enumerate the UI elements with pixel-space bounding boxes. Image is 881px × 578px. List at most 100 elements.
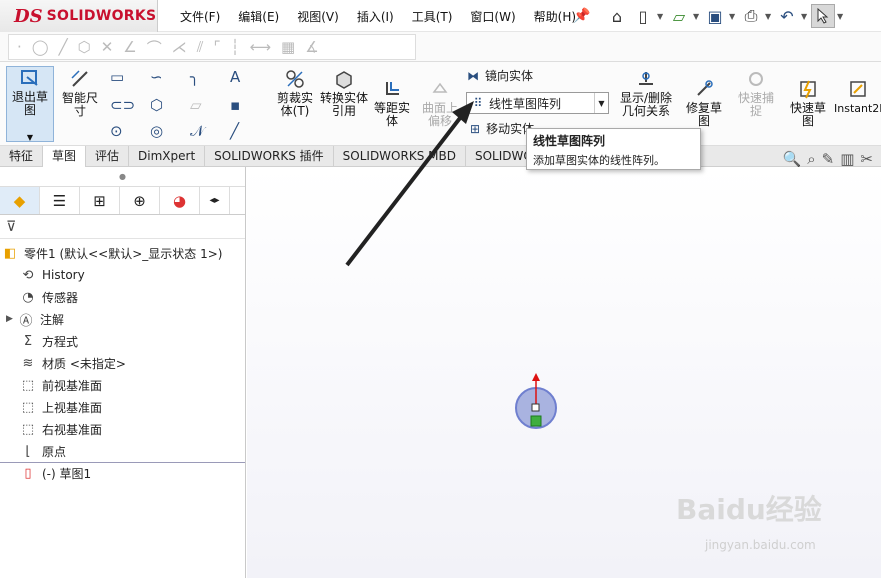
trim-entities-button[interactable]: 剪裁实体(T) [272, 68, 318, 118]
tree-item-history[interactable]: ⟲ History [0, 264, 245, 286]
menu-window[interactable]: 窗口(W) [462, 6, 523, 27]
tab-sketch[interactable]: 草图 [43, 146, 87, 167]
grid-icon[interactable]: ▦ [281, 38, 295, 56]
circle-icon[interactable]: ◯ [32, 38, 49, 56]
tree-item-sketch1[interactable]: ▯ (-) 草图1 [0, 462, 245, 484]
chevron-down-icon[interactable]: ▼ [729, 12, 737, 21]
configuration-manager-tab-icon[interactable]: ⊞ [80, 187, 120, 214]
section-view-icon[interactable]: ▥ [840, 150, 854, 168]
centerline-icon[interactable]: ┆ [231, 38, 240, 56]
text-icon[interactable]: A [230, 68, 240, 86]
dimension-icon[interactable]: ⟷ [250, 38, 272, 56]
expand-arrow-icon[interactable]: ▶ [6, 314, 16, 324]
previous-view-icon[interactable]: ✎ [822, 150, 835, 168]
material-icon: ≋ [22, 355, 34, 371]
linear-pattern-dropdown[interactable]: ⠿ 线性草图阵列 ▼ [466, 92, 609, 114]
surface-offset-button[interactable]: 曲面上偏移 [418, 78, 462, 128]
polygon-icon[interactable]: ⬡ [150, 96, 163, 114]
select-pointer-icon[interactable] [811, 4, 835, 28]
circle-icon[interactable]: ⊙ [110, 122, 123, 140]
open-icon[interactable]: ▱ [667, 4, 691, 28]
chevron-down-icon[interactable]: ▼ [693, 12, 701, 21]
plane-icon[interactable]: ▱ [190, 96, 202, 114]
tree-item-front-plane[interactable]: ⬚ 前视基准面 [0, 374, 245, 396]
chevron-down-icon[interactable]: ▼ [765, 12, 773, 21]
home-icon[interactable]: ⌂ [605, 4, 629, 28]
tab-features[interactable]: 特征 [0, 146, 44, 167]
tree-item-right-plane[interactable]: ⬚ 右视基准面 [0, 418, 245, 440]
menu-tools[interactable]: 工具(T) [404, 6, 461, 27]
offset-icon [386, 82, 399, 95]
arc-icon[interactable]: ╮ [190, 68, 199, 86]
display-manager-tab-icon[interactable]: ◕ [160, 187, 200, 214]
chevron-down-icon[interactable]: ▼ [837, 12, 845, 21]
line-icon[interactable]: ╱ [59, 38, 68, 56]
quick-snap-button[interactable]: 快速捕捉 [734, 68, 778, 118]
slot-icon[interactable]: ⊂⊃ [110, 96, 135, 114]
filter-icon[interactable]: ⊽ [0, 215, 245, 239]
feature-manager-tab-icon[interactable]: ◆ [0, 187, 40, 214]
tree-item-material[interactable]: ≋ 材质 <未指定> [0, 352, 245, 374]
show-relations-label: 显示/删除几何关系 [619, 91, 673, 118]
save-icon[interactable]: ▣ [703, 4, 727, 28]
watermark-text: Baidu经验 [676, 493, 822, 526]
tree-item-origin[interactable]: ⌊ 原点 [0, 440, 245, 462]
fillet-icon[interactable]: ⌒ [147, 37, 162, 58]
convert-icon[interactable]: ⌜ [213, 38, 220, 56]
menu-edit[interactable]: 编辑(E) [230, 6, 287, 27]
menu-insert[interactable]: 插入(I) [349, 6, 402, 27]
ellipse-icon[interactable]: ◎ [150, 122, 163, 140]
spline-icon[interactable]: ∽ [150, 68, 163, 86]
mirror-entities-button[interactable]: ⧓ 镜向实体 [467, 67, 533, 84]
point-icon[interactable]: ▪ [230, 96, 240, 114]
dimxpert-manager-tab-icon[interactable]: ⊕ [120, 187, 160, 214]
solidworks-logo[interactable]: DS SOLIDWORKS [0, 0, 158, 32]
feature-manager-panel: ● ◆ ☰ ⊞ ⊕ ◕ ◂▸ ⊽ ◧ 零件1 (默认<<默认>_显示状态 1>)… [0, 167, 246, 578]
tab-addins[interactable]: SOLIDWORKS 插件 [205, 146, 334, 167]
undo-icon[interactable]: ↶ [775, 4, 799, 28]
polygon-icon[interactable]: ⬡ [78, 38, 91, 56]
line-icon[interactable]: ╱ [230, 122, 239, 140]
smart-dimension-button[interactable]: 智能尺寸 [58, 68, 102, 118]
property-manager-tab-icon[interactable]: ☰ [40, 187, 80, 214]
angle-icon[interactable]: ∡ [305, 38, 318, 56]
extend-icon[interactable]: ∠ [123, 38, 136, 56]
rapid-sketch-button[interactable]: 快速草图 [786, 78, 830, 128]
convert-entities-button[interactable]: 转换实体引用 [320, 68, 368, 118]
tree-item-equations[interactable]: Σ 方程式 [0, 330, 245, 352]
instant2d-button[interactable]: Instant2D [834, 78, 881, 115]
menu-file[interactable]: 文件(F) [172, 6, 228, 27]
menu-view[interactable]: 视图(V) [289, 6, 347, 27]
pin-icon[interactable]: 📌 [573, 8, 590, 24]
menu-bar: 文件(F) 编辑(E) 视图(V) 插入(I) 工具(T) 窗口(W) 帮助(H… [172, 0, 584, 32]
tree-item-sensors[interactable]: ◔ 传感器 [0, 286, 245, 308]
tab-mbd[interactable]: SOLIDWORKS MBD [334, 146, 466, 167]
chevron-down-icon[interactable]: ▼ [594, 93, 608, 113]
rectangle-icon[interactable]: ▭ [110, 68, 124, 86]
chevron-down-icon[interactable]: ▼ [7, 131, 53, 144]
print-icon[interactable]: ⎙ [739, 4, 763, 28]
tree-item-annotations[interactable]: ▶ Ⓐ 注解 [0, 308, 245, 330]
new-doc-icon[interactable]: ▯ [631, 4, 655, 28]
zoom-fit-icon[interactable]: 🔍 [783, 150, 802, 168]
exit-sketch-button[interactable]: 退出草图 ▼ [6, 66, 54, 142]
curve-icon[interactable]: 𝒩 [190, 122, 204, 140]
tab-dimxpert[interactable]: DimXpert [129, 146, 206, 167]
view-orientation-icon[interactable]: ✂ [860, 150, 873, 168]
chevron-down-icon[interactable]: ▼ [657, 12, 665, 21]
tree-item-part[interactable]: ◧ 零件1 (默认<<默认>_显示状态 1>) [0, 242, 245, 264]
panel-scroll-arrows[interactable]: ◂▸ [200, 187, 230, 214]
offset-entities-button[interactable]: 等距实体 [370, 78, 414, 128]
offset-icon[interactable]: ⫽ [197, 38, 204, 56]
zoom-area-icon[interactable]: ⌕ [807, 150, 815, 168]
tree-item-top-plane[interactable]: ⬚ 上视基准面 [0, 396, 245, 418]
trim-icon[interactable]: ✕ [101, 38, 114, 56]
point-icon[interactable]: · [17, 38, 22, 56]
chevron-down-icon[interactable]: ▼ [801, 12, 809, 21]
chamfer-icon[interactable]: ⋌ [172, 38, 187, 56]
move-entities-button[interactable]: ⊞ 移动实体 [470, 120, 534, 137]
repair-sketch-button[interactable]: 修复草图 [682, 78, 726, 128]
show-relations-button[interactable]: 显示/删除几何关系 [615, 68, 677, 118]
tab-evaluate[interactable]: 评估 [86, 146, 130, 167]
panel-grip[interactable]: ● [0, 167, 245, 187]
